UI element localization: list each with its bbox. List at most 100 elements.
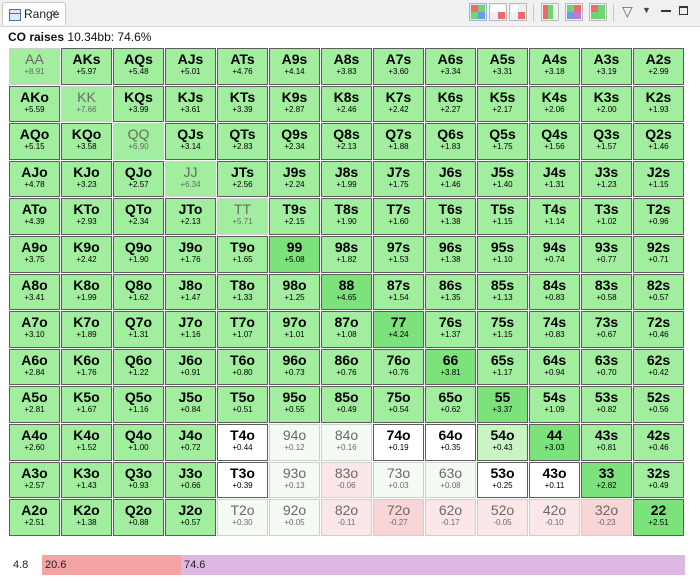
hand-cell[interactable]: 87s +1.54 — [373, 273, 424, 311]
hand-cell[interactable]: 98o +1.25 — [269, 273, 320, 311]
hand-cell[interactable]: ATo +4.39 — [9, 198, 60, 235]
filter-icon[interactable]: ▽ — [622, 3, 633, 20]
hand-cell[interactable]: Q4s +1.56 — [529, 123, 580, 160]
hand-cell[interactable]: J9o +1.76 — [165, 236, 216, 273]
hand-cell[interactable]: 94o +0.12 — [269, 424, 320, 461]
hand-cell[interactable]: A7o +3.10 — [9, 311, 60, 348]
hand-cell[interactable]: Q8o +1.62 — [113, 273, 164, 311]
hand-cell[interactable]: A2o +2.51 — [9, 499, 60, 536]
hand-cell[interactable]: 43o +0.11 — [529, 461, 580, 499]
hand-cell[interactable]: Q9o +1.90 — [113, 236, 164, 273]
hand-cell[interactable]: Q6o +1.22 — [113, 348, 164, 386]
hand-cell[interactable]: J9s +2.24 — [269, 160, 320, 198]
hand-cell[interactable]: AA +8.91 — [9, 48, 60, 85]
hand-cell[interactable]: 83o -0.06 — [321, 461, 372, 499]
hand-cell[interactable]: A6s +3.34 — [425, 48, 476, 85]
hand-cell[interactable]: 62o -0.17 — [425, 499, 476, 536]
hand-cell[interactable]: 42s +0.46 — [633, 424, 684, 461]
hand-cell[interactable]: J3s +1.23 — [581, 160, 632, 198]
hand-cell[interactable]: K9o +2.42 — [61, 236, 112, 273]
hand-cell[interactable]: T8o +1.33 — [217, 273, 268, 311]
hand-cell[interactable]: 96s +1.38 — [425, 236, 476, 273]
hand-cell[interactable]: 85s +1.13 — [477, 273, 528, 311]
hand-cell[interactable]: 99 +5.08 — [269, 236, 320, 273]
hand-cell[interactable]: K4o +1.52 — [61, 424, 112, 461]
hand-cell[interactable]: 65s +1.17 — [477, 348, 528, 386]
hand-cell[interactable]: A9o +3.75 — [9, 236, 60, 273]
hand-cell[interactable]: J5o +0.84 — [165, 386, 216, 423]
hand-cell[interactable]: 92o +0.05 — [269, 499, 320, 536]
hand-cell[interactable]: 42o -0.10 — [529, 499, 580, 536]
hand-cell[interactable]: KJo +3.23 — [61, 160, 112, 198]
hand-cell[interactable]: 63o +0.08 — [425, 461, 476, 499]
hand-cell[interactable]: T4s +1.14 — [529, 198, 580, 235]
hand-cell[interactable]: Q6s +1.83 — [425, 123, 476, 160]
hand-cell[interactable]: 22 +2.51 — [633, 499, 684, 536]
hand-cell[interactable]: 87o +1.08 — [321, 311, 372, 348]
hand-cell[interactable]: TT +5.71 — [217, 198, 268, 235]
hand-cell[interactable]: 83s +0.58 — [581, 273, 632, 311]
hand-cell[interactable]: J7o +1.16 — [165, 311, 216, 348]
hand-cell[interactable]: 96o +0.73 — [269, 348, 320, 386]
hand-cell[interactable]: AJo +4.78 — [9, 160, 60, 198]
hand-cell[interactable]: T2o +0.30 — [217, 499, 268, 536]
hand-cell[interactable]: Q8s +2.13 — [321, 123, 372, 160]
hand-cell[interactable]: QQ +6.90 — [113, 123, 164, 160]
hand-cell[interactable]: 86s +1.35 — [425, 273, 476, 311]
hand-cell[interactable]: Q2s +1.46 — [633, 123, 684, 160]
hand-cell[interactable]: A9s +4.14 — [269, 48, 320, 85]
layout-split-icon[interactable] — [489, 3, 507, 21]
hand-cell[interactable]: 84s +0.83 — [529, 273, 580, 311]
hand-cell[interactable]: T9s +2.15 — [269, 198, 320, 235]
layout-quad-icon[interactable] — [509, 3, 527, 21]
hand-cell[interactable]: K3o +1.43 — [61, 461, 112, 499]
hand-cell[interactable]: Q7o +1.31 — [113, 311, 164, 348]
hand-cell[interactable]: 63s +0.70 — [581, 348, 632, 386]
hand-cell[interactable]: Q3s +1.57 — [581, 123, 632, 160]
hand-cell[interactable]: A3o +2.57 — [9, 461, 60, 499]
hand-cell[interactable]: 85o +0.49 — [321, 386, 372, 423]
hand-cell[interactable]: A5s +3.31 — [477, 48, 528, 85]
hand-cell[interactable]: 93o +0.13 — [269, 461, 320, 499]
hand-cell[interactable]: AJs +5.01 — [165, 48, 216, 85]
hand-cell[interactable]: 53o +0.25 — [477, 461, 528, 499]
hand-cell[interactable]: A7s +3.60 — [373, 48, 424, 85]
hand-cell[interactable]: K8o +1.99 — [61, 273, 112, 311]
hand-cell[interactable]: 76o +0.76 — [373, 348, 424, 386]
hand-cell[interactable]: J4s +1.31 — [529, 160, 580, 198]
hand-cell[interactable]: 74o +0.19 — [373, 424, 424, 461]
hand-cell[interactable]: T6o +0.80 — [217, 348, 268, 386]
hand-cell[interactable]: 52s +0.56 — [633, 386, 684, 423]
hand-cell[interactable]: Q7s +1.88 — [373, 123, 424, 160]
hand-cell[interactable]: KTo +2.93 — [61, 198, 112, 235]
hand-cell[interactable]: A8s +3.83 — [321, 48, 372, 85]
hand-cell[interactable]: 72s +0.46 — [633, 311, 684, 348]
hand-cell[interactable]: 95s +1.10 — [477, 236, 528, 273]
hand-cell[interactable]: AKs +5.97 — [61, 48, 112, 85]
hand-cell[interactable]: Q4o +1.00 — [113, 424, 164, 461]
hand-cell[interactable]: 75o +0.54 — [373, 386, 424, 423]
hand-cell[interactable]: 72o -0.27 — [373, 499, 424, 536]
hand-cell[interactable]: J3o +0.66 — [165, 461, 216, 499]
hand-cell[interactable]: K5o +1.67 — [61, 386, 112, 423]
hand-cell[interactable]: QJo +2.57 — [113, 160, 164, 198]
hand-cell[interactable]: K2s +1.93 — [633, 85, 684, 123]
hand-cell[interactable]: 86o +0.76 — [321, 348, 372, 386]
hand-cell[interactable]: J5s +1.40 — [477, 160, 528, 198]
hand-cell[interactable]: A4s +3.18 — [529, 48, 580, 85]
hand-cell[interactable]: T2s +0.96 — [633, 198, 684, 235]
hand-cell[interactable]: 43s +0.81 — [581, 424, 632, 461]
hand-cell[interactable]: JJ +6.34 — [165, 160, 216, 198]
hand-cell[interactable]: AKo +5.59 — [9, 85, 60, 123]
hand-cell[interactable]: T3o +0.39 — [217, 461, 268, 499]
hand-cell[interactable]: 75s +1.15 — [477, 311, 528, 348]
hand-cell[interactable]: T8s +1.90 — [321, 198, 372, 235]
hand-cell[interactable]: T7o +1.07 — [217, 311, 268, 348]
hand-cell[interactable]: AQs +5.48 — [113, 48, 164, 85]
hand-cell[interactable]: 82o -0.11 — [321, 499, 372, 536]
hand-cell[interactable]: J8s +1.99 — [321, 160, 372, 198]
hand-cell[interactable]: T9o +1.65 — [217, 236, 268, 273]
hand-cell[interactable]: 77 +4.24 — [373, 311, 424, 348]
hand-cell[interactable]: 84o +0.16 — [321, 424, 372, 461]
hand-cell[interactable]: 97o +1.01 — [269, 311, 320, 348]
